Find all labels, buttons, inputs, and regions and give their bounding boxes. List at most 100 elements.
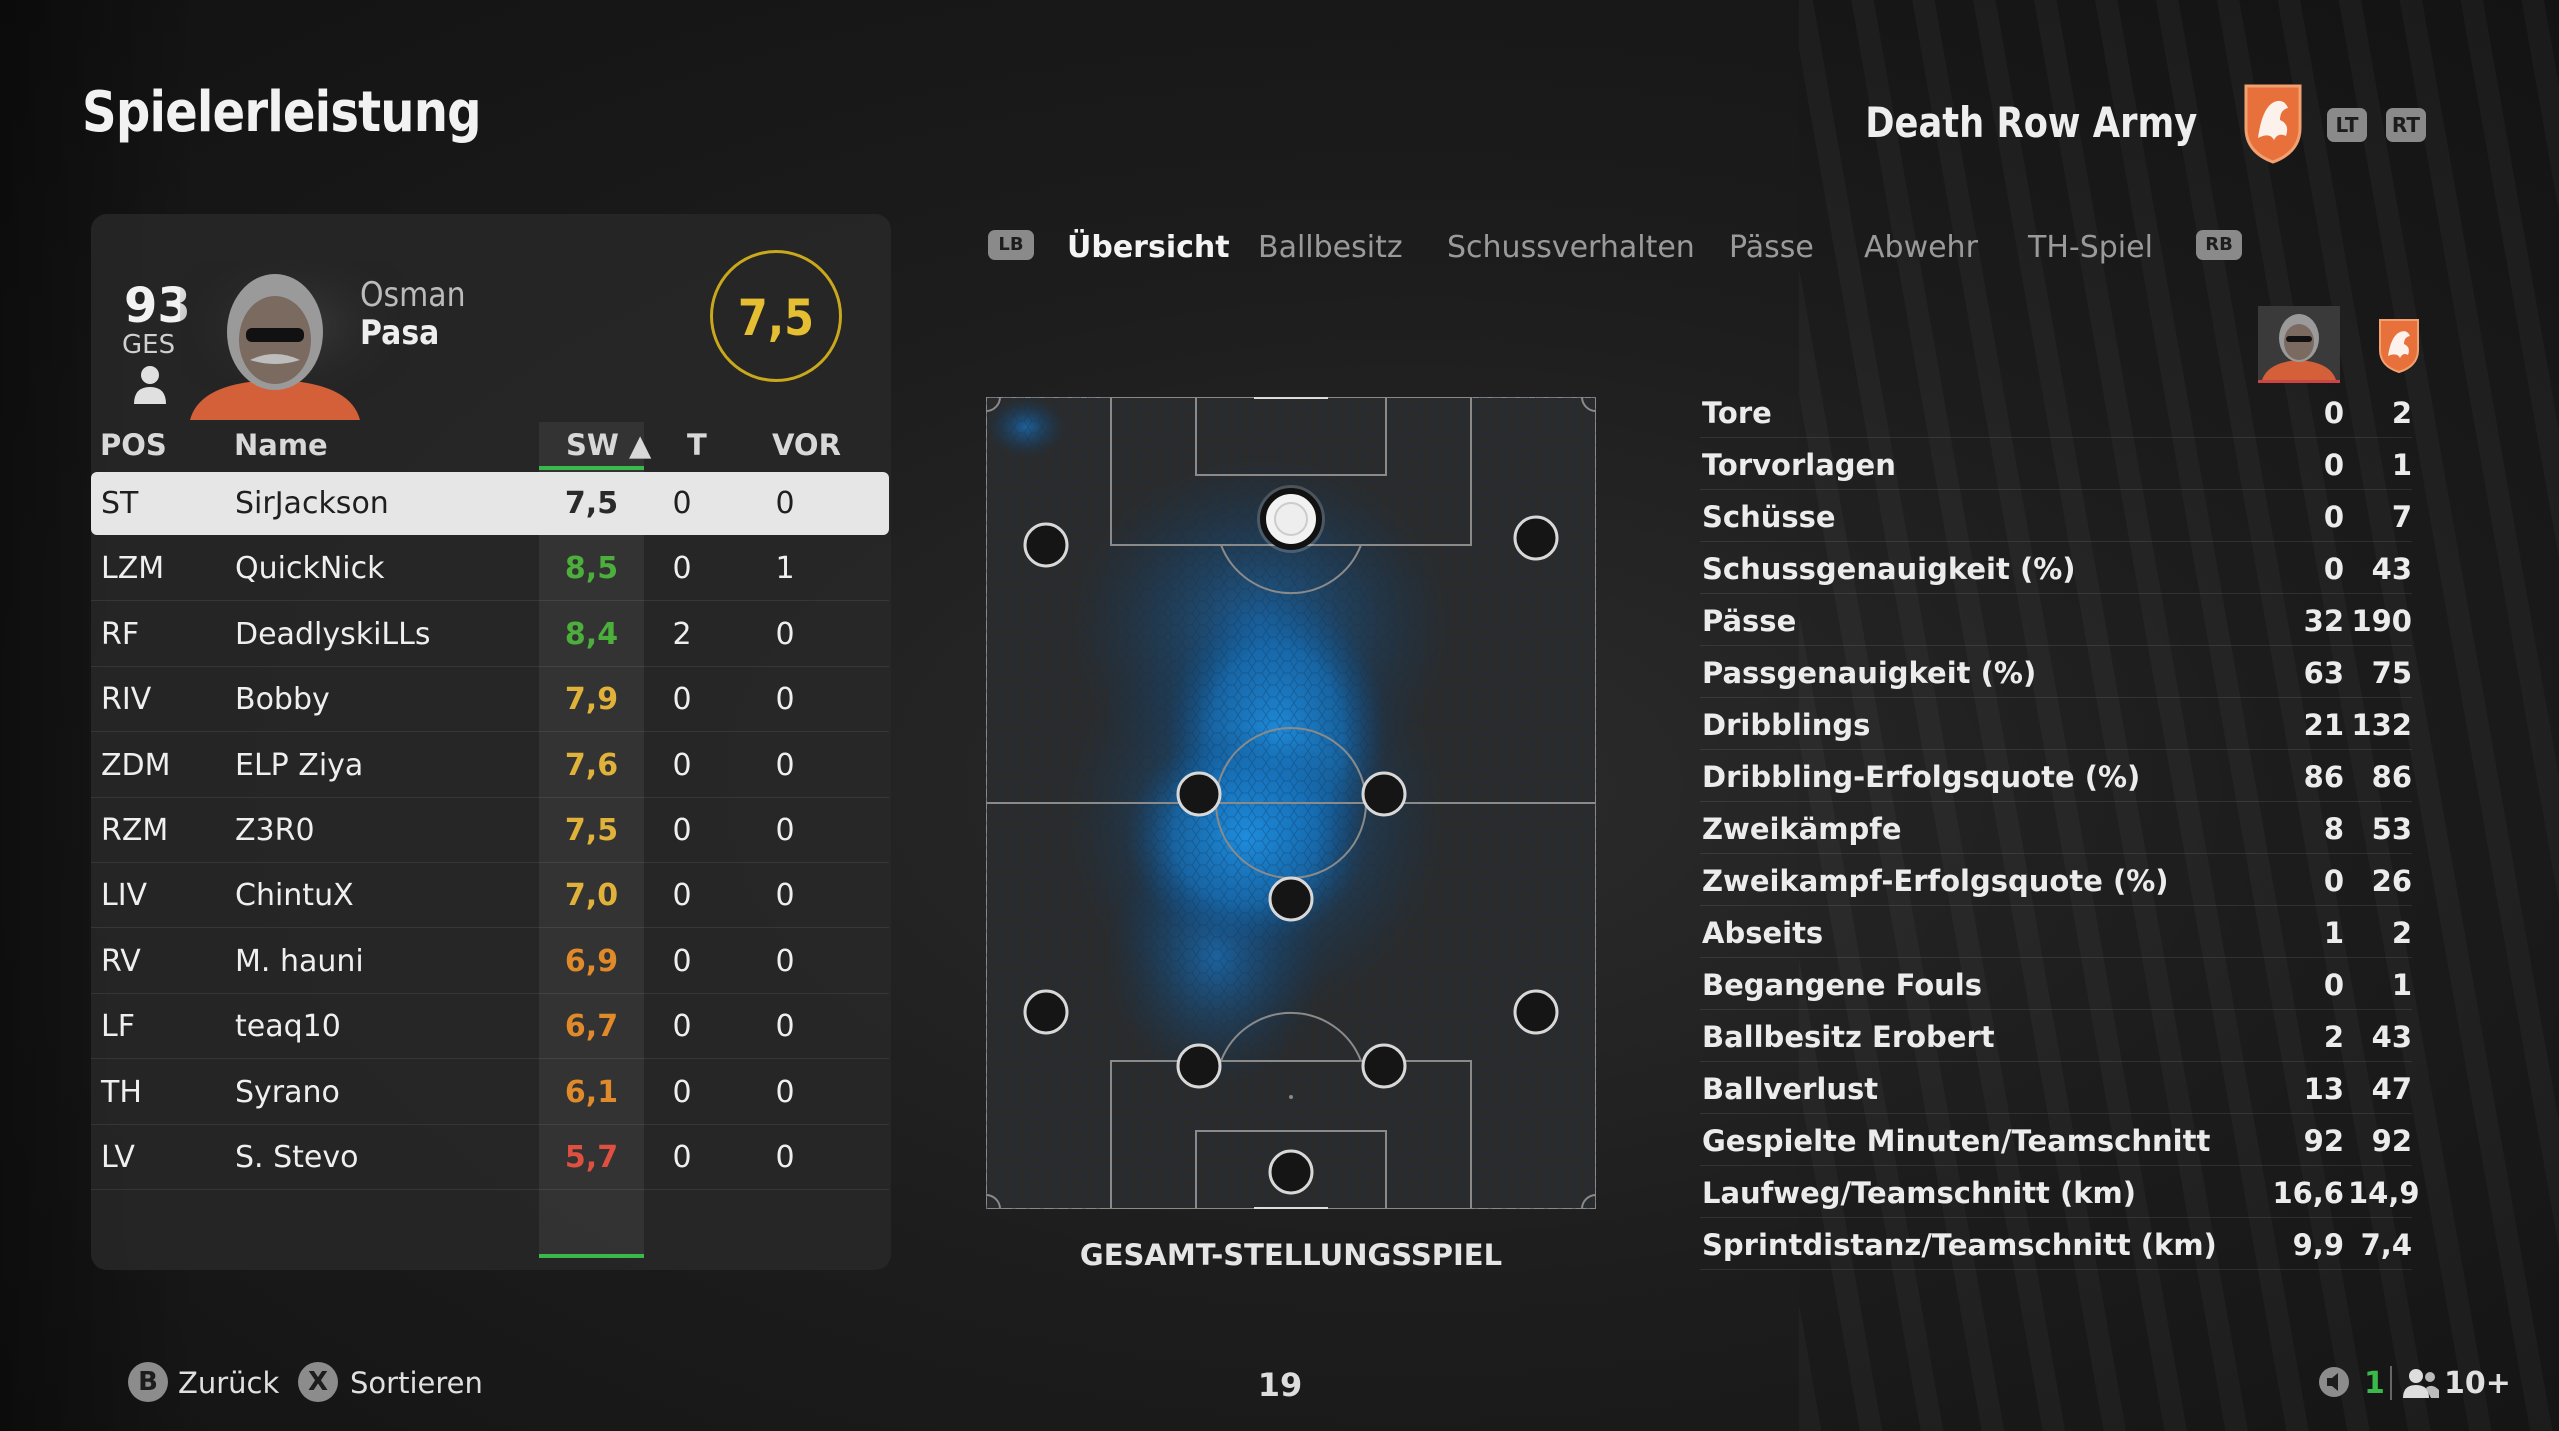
back-label[interactable]: Zurück: [178, 1366, 279, 1400]
page-number: 19: [1257, 1366, 1303, 1404]
row-assists: 1: [775, 551, 795, 587]
row-name: ChintuX: [235, 878, 354, 914]
row-assists: 0: [775, 1074, 795, 1110]
stat-row: Ballverlust 13 47: [1700, 1062, 2412, 1114]
row-goals: 0: [672, 1140, 692, 1175]
row-rating: 7,5: [564, 813, 619, 848]
row-name: S. Stevo: [235, 1140, 359, 1175]
tab-uebersicht[interactable]: Übersicht: [1067, 230, 1230, 265]
table-row[interactable]: ST SirJackson 7,5 0 0: [91, 472, 889, 535]
stat-row: Dribblings 21 132: [1700, 698, 2412, 750]
header-vor[interactable]: VOR: [772, 428, 841, 462]
lb-button[interactable]: LB: [988, 230, 1034, 260]
table-row[interactable]: ZDM ELP Ziya 7,6 0 0: [91, 734, 889, 798]
table-row[interactable]: LF teaq10 6,7 0 0: [91, 995, 889, 1060]
row-goals: 0: [672, 747, 692, 783]
row-goals: 0: [672, 1074, 692, 1110]
overall-label: GES: [122, 330, 176, 360]
stat-player-value: 86: [2303, 760, 2344, 794]
row-name: M. hauni: [235, 943, 364, 979]
stat-player-value: 2: [2323, 1020, 2344, 1054]
tab-abwehr[interactable]: Abwehr: [1864, 230, 1978, 265]
row-name: ELP Ziya: [235, 747, 364, 783]
row-name: teaq10: [235, 1009, 341, 1045]
row-assists: 0: [775, 878, 795, 914]
table-row[interactable]: RV M. hauni 6,9 0 0: [91, 930, 889, 994]
stat-row: Schussgenauigkeit (%) 0 43: [1700, 542, 2412, 594]
b-button-icon[interactable]: B: [128, 1362, 168, 1402]
header-pos[interactable]: POS: [100, 428, 167, 462]
tab-th-spiel[interactable]: TH-Spiel: [2028, 230, 2153, 265]
lt-button[interactable]: LT: [2327, 108, 2367, 142]
stat-row: Passgenauigkeit (%) 63 75: [1700, 646, 2412, 698]
page-title: Spielerleistung: [82, 80, 482, 145]
stat-row: Sprintdistanz/Teamschnitt (km) 9,9 7,4: [1700, 1218, 2412, 1270]
stat-team-value: 2: [2391, 916, 2412, 950]
player-avatar: [2258, 306, 2340, 383]
row-rating: 7,5: [564, 486, 619, 521]
tab-paesse[interactable]: Pässe: [1729, 230, 1814, 265]
table-row[interactable]: LZM QuickNick 8,5 0 1: [91, 537, 889, 602]
stat-team-value: 190: [2351, 604, 2412, 638]
table-row[interactable]: LIV ChintuX 7,0 0 0: [91, 864, 889, 929]
row-assists: 0: [775, 747, 795, 783]
stat-row: Pässe 32 190: [1700, 594, 2412, 646]
stat-team-value: 2: [2391, 396, 2412, 430]
row-pos: RIV: [101, 682, 152, 718]
rb-button[interactable]: RB: [2196, 230, 2242, 260]
table-row[interactable]: LV S. Stevo 5,7 0 0: [91, 1126, 889, 1190]
stat-player-value: 32: [2303, 604, 2344, 638]
table-row[interactable]: RZM Z3R0 7,5 0 0: [91, 799, 889, 863]
row-assists: 0: [775, 943, 795, 979]
tab-schussverhalten[interactable]: Schussverhalten: [1447, 230, 1695, 265]
row-goals: 0: [672, 943, 692, 979]
stat-team-value: 7,4: [2360, 1228, 2412, 1262]
row-name: Z3R0: [235, 813, 315, 848]
table-row[interactable]: RIV Bobby 7,9 0 0: [91, 668, 889, 733]
team-name: Death Row Army: [1864, 98, 2197, 147]
row-assists: 0: [775, 1140, 795, 1175]
row-assists: 0: [775, 1009, 795, 1045]
stat-team-value: 86: [2371, 760, 2412, 794]
row-name: DeadlyskiLLs: [235, 616, 431, 652]
table-row[interactable]: RF DeadlyskiLLs 8,4 2 0: [91, 603, 889, 667]
row-pos: LV: [101, 1140, 135, 1175]
stat-player-value: 13: [2303, 1072, 2344, 1106]
online-count: 1: [2364, 1366, 2385, 1401]
tab-ballbesitz[interactable]: Ballbesitz: [1258, 230, 1403, 265]
stat-row: Zweikämpfe 8 53: [1700, 802, 2412, 854]
row-goals: 0: [672, 682, 692, 718]
header-sw[interactable]: SW ▲: [566, 428, 651, 462]
row-name: Bobby: [235, 682, 330, 718]
stat-player-value: 0: [2323, 396, 2344, 430]
player-rating-ring: 7,5: [710, 250, 842, 382]
stat-player-value: 0: [2323, 448, 2344, 482]
player-rating: 7,5: [737, 289, 815, 347]
row-pos: RV: [101, 943, 141, 979]
stat-label: Dribbling-Erfolgsquote (%): [1702, 760, 2141, 794]
row-pos: ZDM: [101, 747, 171, 783]
row-rating: 8,5: [564, 551, 619, 587]
team-crest-small-icon: [2379, 319, 2419, 374]
sort-label[interactable]: Sortieren: [350, 1366, 483, 1400]
mute-icon: [2319, 1367, 2349, 1397]
stat-row: Abseits 1 2: [1700, 906, 2412, 958]
x-button-icon[interactable]: X: [298, 1362, 338, 1402]
stat-label: Pässe: [1702, 604, 1797, 638]
stat-row: Schüsse 0 7: [1700, 490, 2412, 542]
stat-team-value: 47: [2371, 1072, 2412, 1106]
stat-label: Ballbesitz Erobert: [1702, 1020, 1995, 1054]
row-pos: LIV: [101, 878, 148, 914]
table-row[interactable]: TH Syrano 6,1 0 0: [91, 1061, 889, 1125]
rt-button[interactable]: RT: [2386, 108, 2426, 142]
stat-label: Laufweg/Teamschnitt (km): [1702, 1176, 2137, 1210]
stat-player-value: 8: [2323, 812, 2344, 846]
stat-label: Dribblings: [1702, 708, 1871, 742]
footer-divider: [2390, 1366, 2392, 1400]
header-name[interactable]: Name: [234, 428, 328, 462]
row-assists: 0: [775, 616, 795, 652]
row-pos: LZM: [101, 551, 165, 587]
header-t[interactable]: T: [687, 428, 707, 462]
stat-row: Ballbesitz Erobert 2 43: [1700, 1010, 2412, 1062]
stat-player-value: 9,9: [2292, 1228, 2344, 1262]
